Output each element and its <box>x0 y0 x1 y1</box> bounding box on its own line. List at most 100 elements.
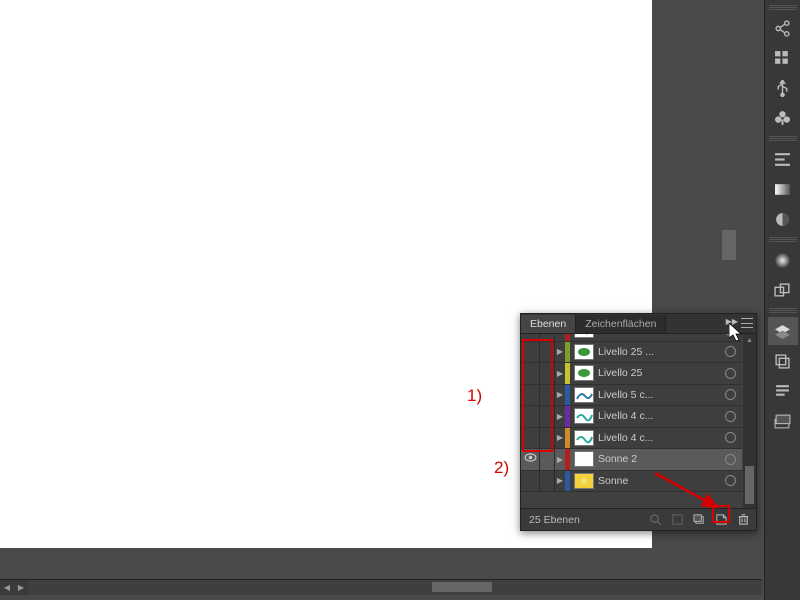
align-icon[interactable] <box>768 145 798 173</box>
toggle-lock[interactable] <box>540 334 555 341</box>
layer-name-label[interactable]: Livello 5 c... <box>598 389 723 401</box>
layer-name-label[interactable]: Livello 24 <box>598 334 723 336</box>
horizontal-scrollbar[interactable]: ◀ ▶ <box>0 579 762 595</box>
toggle-lock[interactable] <box>540 363 555 384</box>
target-layer-icon[interactable] <box>725 475 736 486</box>
toggle-visibility[interactable] <box>521 428 540 449</box>
expand-arrow-icon[interactable]: ▶ <box>555 369 565 378</box>
toggle-lock[interactable] <box>540 406 555 427</box>
expand-arrow-icon[interactable]: ▶ <box>555 390 565 399</box>
make-clipping-mask-icon[interactable] <box>668 512 686 528</box>
layer-color-bar <box>565 471 570 492</box>
layer-count-label: 25 Ebenen <box>525 514 642 526</box>
transparency-icon[interactable] <box>768 205 798 233</box>
dock-grip[interactable] <box>769 5 797 10</box>
shapes-icon[interactable] <box>768 276 798 304</box>
vertical-scrollbar-thumb[interactable] <box>722 230 736 260</box>
collapse-panel-icon[interactable]: ▶▶ <box>726 317 738 326</box>
expand-arrow-icon[interactable]: ▶ <box>555 334 565 335</box>
layer-color-bar <box>565 334 570 341</box>
dock-grip-4[interactable] <box>769 308 797 313</box>
expand-arrow-icon[interactable]: ▶ <box>555 412 565 421</box>
layer-list-scrollbar[interactable]: ▲ ▼ <box>743 334 756 508</box>
grid-icon[interactable] <box>768 44 798 72</box>
hscroll-thumb[interactable] <box>432 582 492 592</box>
layers-panel-icon[interactable] <box>768 317 798 345</box>
target-layer-icon[interactable] <box>725 368 736 379</box>
layer-row[interactable]: ▶ Livello 5 c... <box>521 385 742 407</box>
target-layer-icon[interactable] <box>725 411 736 422</box>
layer-color-bar <box>565 428 570 449</box>
toggle-lock[interactable] <box>540 471 555 492</box>
toggle-lock[interactable] <box>540 449 555 470</box>
toggle-visibility[interactable] <box>521 449 540 470</box>
paragraph-icon[interactable] <box>768 377 798 405</box>
locate-object-icon[interactable] <box>646 512 664 528</box>
layer-name-label[interactable]: Livello 4 c... <box>598 432 723 444</box>
layer-row[interactable]: ▶ Livello 25 ... <box>521 342 742 364</box>
toggle-lock[interactable] <box>540 342 555 363</box>
layer-color-bar <box>565 385 570 406</box>
panel-tabbar: Ebenen Zeichenflächen ▶▶ <box>521 314 756 334</box>
toggle-lock[interactable] <box>540 428 555 449</box>
layer-thumbnail <box>574 365 594 381</box>
tab-artboards[interactable]: Zeichenflächen <box>576 315 666 333</box>
gradient-icon[interactable] <box>768 175 798 203</box>
layer-row[interactable]: ▶ Sonne 2 <box>521 449 742 471</box>
tab-layers[interactable]: Ebenen <box>521 315 576 333</box>
layer-thumbnail <box>574 451 594 467</box>
hscroll-track[interactable] <box>28 580 762 595</box>
expand-arrow-icon[interactable]: ▶ <box>555 476 565 485</box>
toggle-lock[interactable] <box>540 385 555 406</box>
panel-menu-icon[interactable] <box>741 318 753 328</box>
expand-arrow-icon[interactable]: ▶ <box>555 347 565 356</box>
layer-row[interactable]: ▶ Sonne <box>521 471 742 493</box>
toggle-visibility[interactable] <box>521 342 540 363</box>
toggle-visibility[interactable] <box>521 363 540 384</box>
layer-row[interactable]: ▶ Livello 4 c... <box>521 428 742 450</box>
clubs-icon[interactable] <box>768 104 798 132</box>
layer-thumbnail <box>574 344 594 360</box>
toggle-visibility[interactable] <box>521 334 540 341</box>
target-layer-icon[interactable] <box>725 389 736 400</box>
toggle-visibility[interactable] <box>521 406 540 427</box>
vscroll-thumb[interactable] <box>745 466 754 504</box>
layers-panel: Ebenen Zeichenflächen ▶▶ ▶Livello 24▶Liv… <box>520 313 757 531</box>
layer-row[interactable]: ▶ Livello 25 <box>521 363 742 385</box>
hscroll-left-arrow-icon[interactable]: ◀ <box>0 581 14 595</box>
usb-icon[interactable] <box>768 74 798 102</box>
layer-row[interactable]: ▶ Livello 4 c... <box>521 406 742 428</box>
delete-layer-icon[interactable] <box>734 512 752 528</box>
toggle-visibility[interactable] <box>521 471 540 492</box>
layer-name-label[interactable]: Sonne <box>598 475 723 487</box>
share-icon[interactable] <box>768 14 798 42</box>
new-sublayer-icon[interactable] <box>690 512 708 528</box>
layer-list: ▶ Livello 24 ▶ Livello 25 ... ▶ Livello 25 ▶ Li… <box>521 334 756 508</box>
annotation-label-1: 1) <box>467 386 482 406</box>
artboards-icon[interactable] <box>768 347 798 375</box>
dock-grip-3[interactable] <box>769 237 797 242</box>
layer-name-label[interactable]: Sonne 2 <box>598 453 723 465</box>
target-layer-icon[interactable] <box>725 432 736 443</box>
layer-row[interactable]: ▶ Livello 24 <box>521 334 742 342</box>
new-layer-icon[interactable] <box>712 512 730 528</box>
layer-name-label[interactable]: Livello 4 c... <box>598 410 723 422</box>
layer-color-bar <box>565 406 570 427</box>
toggle-visibility[interactable] <box>521 385 540 406</box>
expand-arrow-icon[interactable]: ▶ <box>555 455 565 464</box>
hscroll-right-arrow-icon[interactable]: ▶ <box>14 581 28 595</box>
vscroll-up-arrow-icon[interactable]: ▲ <box>743 334 756 346</box>
target-layer-icon[interactable] <box>725 346 736 357</box>
expand-arrow-icon[interactable]: ▶ <box>555 433 565 442</box>
layer-thumbnail <box>574 334 594 338</box>
blur-circle-icon[interactable] <box>768 246 798 274</box>
layer-name-label[interactable]: Livello 25 <box>598 367 723 379</box>
target-layer-icon[interactable] <box>725 334 736 336</box>
annotation-label-2: 2) <box>494 458 509 478</box>
table-icon[interactable] <box>768 407 798 435</box>
dock-grip-2[interactable] <box>769 136 797 141</box>
layer-name-label[interactable]: Livello 25 ... <box>598 346 723 358</box>
target-layer-icon[interactable] <box>725 454 736 465</box>
layer-thumbnail <box>574 430 594 446</box>
layer-thumbnail <box>574 408 594 424</box>
